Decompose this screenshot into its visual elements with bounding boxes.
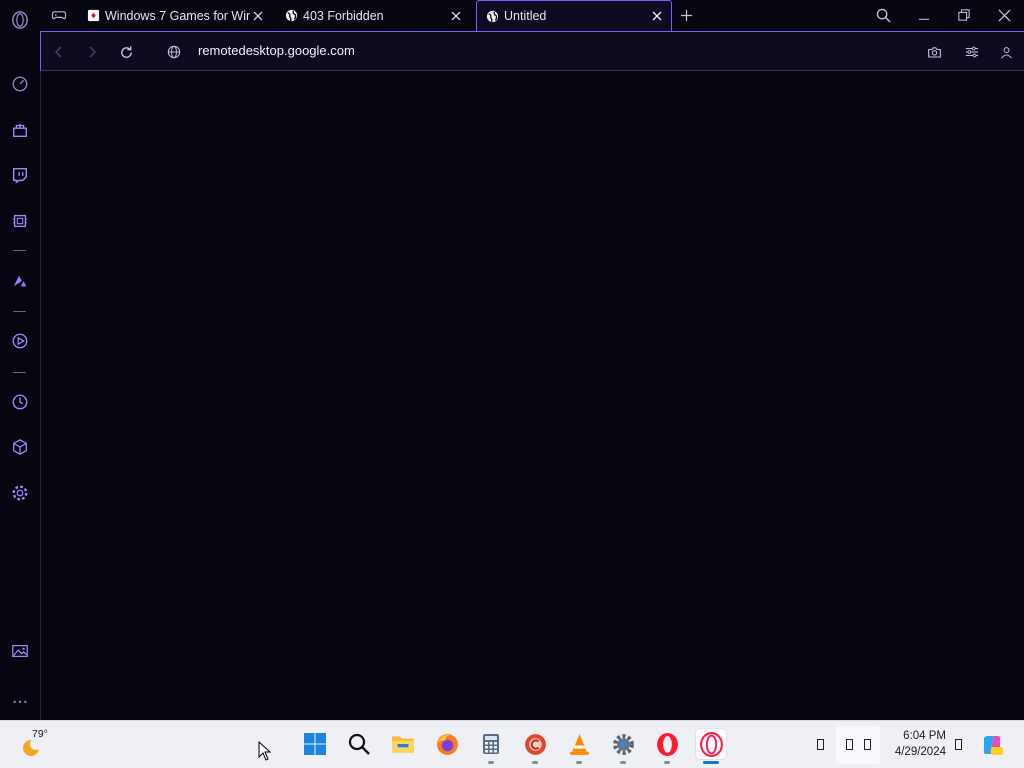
tab-strip: Windows 7 Games for Win 403 Forbidden Un… [40,0,1024,31]
settings-icon[interactable] [8,481,32,505]
running-indicator [488,761,494,764]
twitch-icon[interactable] [8,163,32,187]
notification-icon[interactable] [955,739,962,750]
running-indicator [664,761,670,764]
opera-icon[interactable] [652,729,682,759]
tab-untitled[interactable]: Untitled [476,0,672,31]
tray-status-group[interactable] [836,726,880,764]
sidebar-divider [13,250,26,251]
url-input[interactable]: remotedesktop.google.com [198,43,355,58]
sidebar-divider [13,372,26,373]
close-icon[interactable] [649,8,665,24]
active-indicator [703,761,719,764]
running-indicator [576,761,582,764]
aria-icon[interactable] [8,269,32,293]
tray-chevron-icon[interactable] [817,739,824,750]
globe-icon [284,9,298,23]
shopping-icon[interactable] [8,118,32,142]
restore-button[interactable] [953,4,975,26]
calculator-icon[interactable] [476,729,506,759]
opera-logo-icon[interactable] [8,8,32,32]
page-content[interactable] [40,71,1024,720]
pinboard-icon[interactable] [8,639,32,663]
extensions-icon[interactable] [8,435,32,459]
tab-title: 403 Forbidden [303,8,384,23]
profile-icon[interactable] [996,42,1016,62]
globe-icon [485,9,499,23]
firefox-icon[interactable] [432,729,462,759]
site-info-globe-icon[interactable] [164,42,184,62]
sidebar [0,0,40,720]
search-tabs-icon[interactable] [872,4,894,26]
new-tab-button[interactable] [676,5,696,25]
copilot-icon[interactable] [978,731,1006,759]
solitaire-card-icon [86,9,100,23]
mouse-cursor-icon [258,740,272,761]
player-icon[interactable] [8,329,32,353]
gamepad-icon[interactable] [49,5,69,25]
sidebar-divider [13,311,26,312]
history-icon[interactable] [8,390,32,414]
back-button[interactable] [49,42,69,62]
taskbar: 79° 6:04 PM 4/29/2024 [0,720,1024,768]
file-explorer-icon[interactable] [388,729,418,759]
address-toolbar: remotedesktop.google.com [40,31,1024,71]
snapshot-camera-icon[interactable] [924,42,944,62]
more-icon[interactable] [8,688,32,712]
close-icon[interactable] [250,8,266,24]
close-icon[interactable] [448,8,464,24]
ccleaner-icon[interactable] [520,729,550,759]
clock-time[interactable]: 6:04 PM [903,730,946,742]
tab-windows-7-games[interactable]: Windows 7 Games for Win [78,0,272,31]
search-icon[interactable] [344,729,374,759]
minimize-button[interactable] [913,4,935,26]
close-window-button[interactable] [993,4,1015,26]
settings-gear-icon[interactable] [608,729,638,759]
vlc-icon[interactable] [564,729,594,759]
weather-temperature: 79° [32,728,48,740]
tab-title: Windows 7 Games for Win [105,8,250,23]
tab-title: Untitled [504,9,547,23]
opera-gx-icon[interactable] [696,729,726,759]
running-indicator [532,761,538,764]
network-icon [846,739,853,750]
running-indicator [620,761,626,764]
hardware-monitor-icon[interactable] [8,209,32,233]
reload-button[interactable] [116,42,136,62]
easy-setup-sliders-icon[interactable] [962,42,982,62]
clock-date[interactable]: 4/29/2024 [895,746,946,758]
tab-403-forbidden[interactable]: 403 Forbidden [276,0,470,31]
start-icon[interactable] [300,729,330,759]
volume-icon [864,739,871,750]
speed-dial-icon[interactable] [8,72,32,96]
forward-button[interactable] [82,42,102,62]
